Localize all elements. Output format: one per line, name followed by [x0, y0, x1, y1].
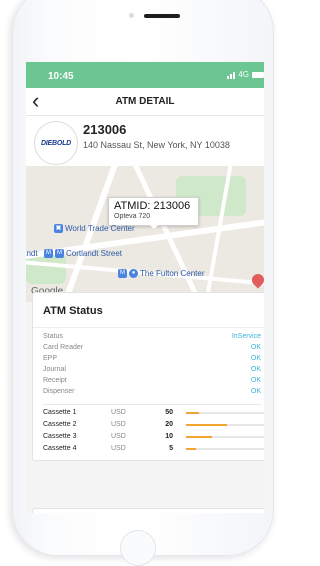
callout-model: Opteva 720	[114, 213, 151, 220]
atm-header: DIEBOLD 213006 140 Nassau St, New York, …	[26, 116, 264, 166]
status-row: Receipt OK	[43, 377, 261, 384]
cassette-level-fill	[186, 424, 228, 426]
cassette-level-fill	[186, 412, 199, 414]
map-view[interactable]: ATMID: 213006 Opteva 720 ▣ World Trade Ce…	[26, 166, 264, 302]
next-card	[32, 508, 264, 513]
speaker-grille	[144, 14, 180, 18]
page-title: ATM DETAIL	[115, 96, 175, 107]
map-label-cortlandt: M M Cortlandt Street	[44, 249, 123, 259]
cassette-level-bar	[186, 424, 264, 426]
app-screen: 10:45 4G ‹ ATM DETAIL DIEBOLD 213006 140…	[26, 62, 264, 513]
home-button[interactable]	[120, 530, 156, 566]
metro-icon: M	[55, 249, 64, 259]
signal-icon	[227, 71, 236, 79]
battery-icon	[252, 71, 264, 78]
status-bar: 10:45 4G	[26, 62, 264, 88]
atm-address: 140 Nassau St, New York, NY 10038	[83, 140, 230, 150]
atm-id: 213006	[83, 122, 127, 137]
status-row: EPP OK	[43, 355, 261, 362]
cassette-level-bar	[186, 436, 264, 438]
cassette-level-fill	[186, 448, 197, 450]
map-label-world-trade: ▣ World Trade Center	[54, 224, 135, 234]
cassette-level-fill	[186, 436, 212, 438]
nav-bar: ‹ ATM DETAIL	[26, 88, 264, 116]
cassette-row: Cassette 1 USD 50	[43, 409, 264, 421]
status-row: Status InService	[43, 333, 261, 340]
status-indicators: 4G	[227, 70, 264, 79]
transit-icon: ▣	[54, 224, 63, 234]
callout-atm-id: ATMID: 213006	[114, 200, 191, 212]
map-label-fulton: M ● The Fulton Center	[118, 269, 205, 279]
status-row: Dispenser OK	[43, 388, 261, 395]
network-type: 4G	[238, 70, 249, 79]
status-card-title: ATM Status	[33, 293, 264, 328]
status-time: 10:45	[48, 71, 74, 82]
cassette-row: Cassette 3 USD 10	[43, 433, 264, 445]
cassette-level-bar	[186, 412, 264, 414]
bank-logo: DIEBOLD	[34, 121, 78, 165]
status-row: Card Reader OK	[43, 344, 261, 351]
map-label-cut: andt	[26, 249, 38, 258]
cassette-level-bar	[186, 448, 264, 450]
status-rows: Status InService Card Reader OK EPP OK Jour…	[33, 328, 264, 460]
cassette-row: Cassette 2 USD 20	[43, 421, 264, 433]
shopping-icon: ●	[129, 269, 138, 279]
metro-icon: M	[44, 249, 53, 259]
map-park	[26, 254, 66, 284]
cassette-row: Cassette 4 USD 5	[43, 445, 264, 457]
divider	[43, 404, 261, 405]
logo-text: DIEBOLD	[40, 139, 72, 147]
metro-icon: M	[118, 269, 127, 279]
atm-status-card: ATM Status Status InService Card Reader OK…	[32, 292, 264, 461]
atm-callout[interactable]: ATMID: 213006 Opteva 720	[108, 197, 199, 229]
callout-tail	[149, 224, 159, 229]
camera-icon	[129, 13, 134, 18]
status-row: Journal OK	[43, 366, 261, 373]
